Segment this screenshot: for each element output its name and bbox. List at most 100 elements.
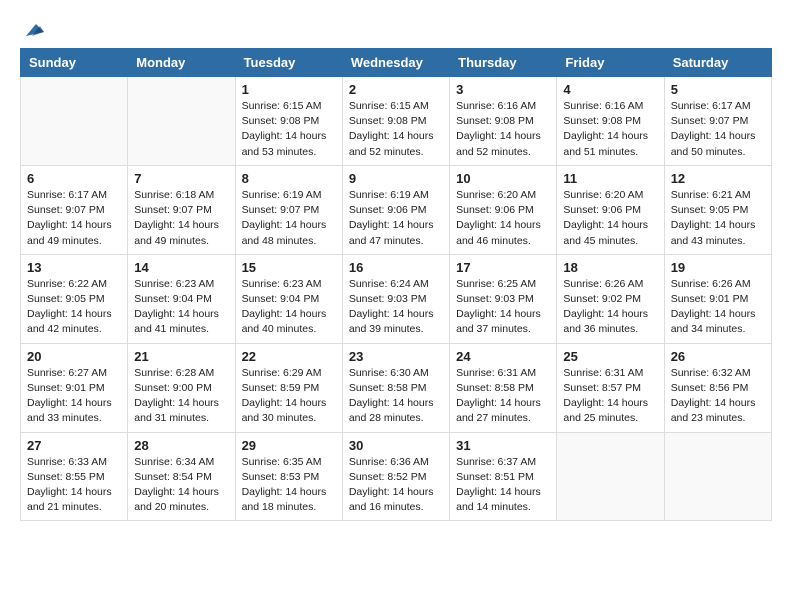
day-number: 31 <box>456 438 550 453</box>
calendar-day-cell: 26 Sunrise: 6:32 AM Sunset: 8:56 PM Dayli… <box>664 343 771 432</box>
calendar-week-row: 6 Sunrise: 6:17 AM Sunset: 9:07 PM Daylig… <box>21 165 772 254</box>
calendar-day-cell <box>664 432 771 521</box>
day-number: 7 <box>134 171 228 186</box>
calendar-day-cell: 12 Sunrise: 6:21 AM Sunset: 9:05 PM Dayli… <box>664 165 771 254</box>
day-number: 8 <box>242 171 336 186</box>
day-number: 19 <box>671 260 765 275</box>
day-info: Sunrise: 6:28 AM Sunset: 9:00 PM Dayligh… <box>134 366 228 427</box>
day-number: 22 <box>242 349 336 364</box>
day-number: 23 <box>349 349 443 364</box>
calendar-day-cell: 5 Sunrise: 6:17 AM Sunset: 9:07 PM Daylig… <box>664 77 771 166</box>
day-info: Sunrise: 6:30 AM Sunset: 8:58 PM Dayligh… <box>349 366 443 427</box>
day-info: Sunrise: 6:34 AM Sunset: 8:54 PM Dayligh… <box>134 455 228 516</box>
day-number: 18 <box>563 260 657 275</box>
calendar-day-cell: 3 Sunrise: 6:16 AM Sunset: 9:08 PM Daylig… <box>450 77 557 166</box>
day-number: 11 <box>563 171 657 186</box>
day-info: Sunrise: 6:35 AM Sunset: 8:53 PM Dayligh… <box>242 455 336 516</box>
day-number: 10 <box>456 171 550 186</box>
calendar-day-cell: 19 Sunrise: 6:26 AM Sunset: 9:01 PM Dayli… <box>664 254 771 343</box>
day-number: 20 <box>27 349 121 364</box>
day-info: Sunrise: 6:17 AM Sunset: 9:07 PM Dayligh… <box>27 188 121 249</box>
column-header-friday: Friday <box>557 49 664 77</box>
calendar-day-cell: 23 Sunrise: 6:30 AM Sunset: 8:58 PM Dayli… <box>342 343 449 432</box>
calendar-day-cell: 7 Sunrise: 6:18 AM Sunset: 9:07 PM Daylig… <box>128 165 235 254</box>
calendar-week-row: 1 Sunrise: 6:15 AM Sunset: 9:08 PM Daylig… <box>21 77 772 166</box>
calendar-week-row: 27 Sunrise: 6:33 AM Sunset: 8:55 PM Dayli… <box>21 432 772 521</box>
day-info: Sunrise: 6:20 AM Sunset: 9:06 PM Dayligh… <box>563 188 657 249</box>
day-number: 3 <box>456 82 550 97</box>
calendar-day-cell: 11 Sunrise: 6:20 AM Sunset: 9:06 PM Dayli… <box>557 165 664 254</box>
calendar-day-cell <box>557 432 664 521</box>
day-info: Sunrise: 6:20 AM Sunset: 9:06 PM Dayligh… <box>456 188 550 249</box>
day-info: Sunrise: 6:15 AM Sunset: 9:08 PM Dayligh… <box>349 99 443 160</box>
calendar-week-row: 13 Sunrise: 6:22 AM Sunset: 9:05 PM Dayli… <box>21 254 772 343</box>
day-info: Sunrise: 6:18 AM Sunset: 9:07 PM Dayligh… <box>134 188 228 249</box>
day-info: Sunrise: 6:23 AM Sunset: 9:04 PM Dayligh… <box>242 277 336 338</box>
calendar-day-cell: 27 Sunrise: 6:33 AM Sunset: 8:55 PM Dayli… <box>21 432 128 521</box>
calendar-week-row: 20Sunrise: 6:27 AM Sunset: 9:01 PM Dayli… <box>21 343 772 432</box>
calendar-day-cell: 24Sunrise: 6:31 AM Sunset: 8:58 PM Dayli… <box>450 343 557 432</box>
calendar-day-cell: 18 Sunrise: 6:26 AM Sunset: 9:02 PM Dayli… <box>557 254 664 343</box>
column-header-sunday: Sunday <box>21 49 128 77</box>
calendar-day-cell <box>21 77 128 166</box>
day-info: Sunrise: 6:24 AM Sunset: 9:03 PM Dayligh… <box>349 277 443 338</box>
day-number: 17 <box>456 260 550 275</box>
calendar-day-cell: 30Sunrise: 6:36 AM Sunset: 8:52 PM Dayli… <box>342 432 449 521</box>
column-header-thursday: Thursday <box>450 49 557 77</box>
calendar-day-cell: 28Sunrise: 6:34 AM Sunset: 8:54 PM Dayli… <box>128 432 235 521</box>
calendar-day-cell: 9 Sunrise: 6:19 AM Sunset: 9:06 PM Daylig… <box>342 165 449 254</box>
day-number: 16 <box>349 260 443 275</box>
calendar-day-cell: 2 Sunrise: 6:15 AM Sunset: 9:08 PM Daylig… <box>342 77 449 166</box>
column-header-wednesday: Wednesday <box>342 49 449 77</box>
day-info: Sunrise: 6:36 AM Sunset: 8:52 PM Dayligh… <box>349 455 443 516</box>
day-info: Sunrise: 6:33 AM Sunset: 8:55 PM Dayligh… <box>27 455 121 516</box>
calendar-day-cell: 14 Sunrise: 6:23 AM Sunset: 9:04 PM Dayli… <box>128 254 235 343</box>
calendar-day-cell: 4 Sunrise: 6:16 AM Sunset: 9:08 PM Daylig… <box>557 77 664 166</box>
day-number: 29 <box>242 438 336 453</box>
day-number: 2 <box>349 82 443 97</box>
calendar-day-cell: 1 Sunrise: 6:15 AM Sunset: 9:08 PM Daylig… <box>235 77 342 166</box>
column-header-saturday: Saturday <box>664 49 771 77</box>
calendar-day-cell: 8 Sunrise: 6:19 AM Sunset: 9:07 PM Daylig… <box>235 165 342 254</box>
day-number: 15 <box>242 260 336 275</box>
day-number: 5 <box>671 82 765 97</box>
day-info: Sunrise: 6:21 AM Sunset: 9:05 PM Dayligh… <box>671 188 765 249</box>
logo <box>20 20 44 38</box>
calendar-day-cell: 31 Sunrise: 6:37 AM Sunset: 8:51 PM Dayli… <box>450 432 557 521</box>
day-info: Sunrise: 6:16 AM Sunset: 9:08 PM Dayligh… <box>563 99 657 160</box>
day-info: Sunrise: 6:26 AM Sunset: 9:02 PM Dayligh… <box>563 277 657 338</box>
day-info: Sunrise: 6:31 AM Sunset: 8:58 PM Dayligh… <box>456 366 550 427</box>
day-number: 13 <box>27 260 121 275</box>
day-info: Sunrise: 6:37 AM Sunset: 8:51 PM Dayligh… <box>456 455 550 516</box>
day-info: Sunrise: 6:31 AM Sunset: 8:57 PM Dayligh… <box>563 366 657 427</box>
calendar-day-cell: 29 Sunrise: 6:35 AM Sunset: 8:53 PM Dayli… <box>235 432 342 521</box>
day-info: Sunrise: 6:25 AM Sunset: 9:03 PM Dayligh… <box>456 277 550 338</box>
day-info: Sunrise: 6:17 AM Sunset: 9:07 PM Dayligh… <box>671 99 765 160</box>
day-info: Sunrise: 6:15 AM Sunset: 9:08 PM Dayligh… <box>242 99 336 160</box>
day-number: 14 <box>134 260 228 275</box>
day-info: Sunrise: 6:16 AM Sunset: 9:08 PM Dayligh… <box>456 99 550 160</box>
calendar-day-cell: 13 Sunrise: 6:22 AM Sunset: 9:05 PM Dayli… <box>21 254 128 343</box>
day-info: Sunrise: 6:32 AM Sunset: 8:56 PM Dayligh… <box>671 366 765 427</box>
day-number: 27 <box>27 438 121 453</box>
calendar-day-cell: 6 Sunrise: 6:17 AM Sunset: 9:07 PM Daylig… <box>21 165 128 254</box>
calendar-day-cell: 10 Sunrise: 6:20 AM Sunset: 9:06 PM Dayli… <box>450 165 557 254</box>
column-header-monday: Monday <box>128 49 235 77</box>
day-info: Sunrise: 6:19 AM Sunset: 9:06 PM Dayligh… <box>349 188 443 249</box>
day-info: Sunrise: 6:22 AM Sunset: 9:05 PM Dayligh… <box>27 277 121 338</box>
day-info: Sunrise: 6:26 AM Sunset: 9:01 PM Dayligh… <box>671 277 765 338</box>
calendar-day-cell: 25Sunrise: 6:31 AM Sunset: 8:57 PM Dayli… <box>557 343 664 432</box>
day-number: 21 <box>134 349 228 364</box>
day-number: 4 <box>563 82 657 97</box>
day-number: 6 <box>27 171 121 186</box>
logo-icon <box>22 22 44 38</box>
day-number: 9 <box>349 171 443 186</box>
day-number: 26 <box>671 349 765 364</box>
calendar-header-row: SundayMondayTuesdayWednesdayThursdayFrid… <box>21 49 772 77</box>
day-number: 12 <box>671 171 765 186</box>
day-info: Sunrise: 6:29 AM Sunset: 8:59 PM Dayligh… <box>242 366 336 427</box>
day-info: Sunrise: 6:23 AM Sunset: 9:04 PM Dayligh… <box>134 277 228 338</box>
day-info: Sunrise: 6:19 AM Sunset: 9:07 PM Dayligh… <box>242 188 336 249</box>
calendar-day-cell: 20Sunrise: 6:27 AM Sunset: 9:01 PM Dayli… <box>21 343 128 432</box>
day-number: 1 <box>242 82 336 97</box>
